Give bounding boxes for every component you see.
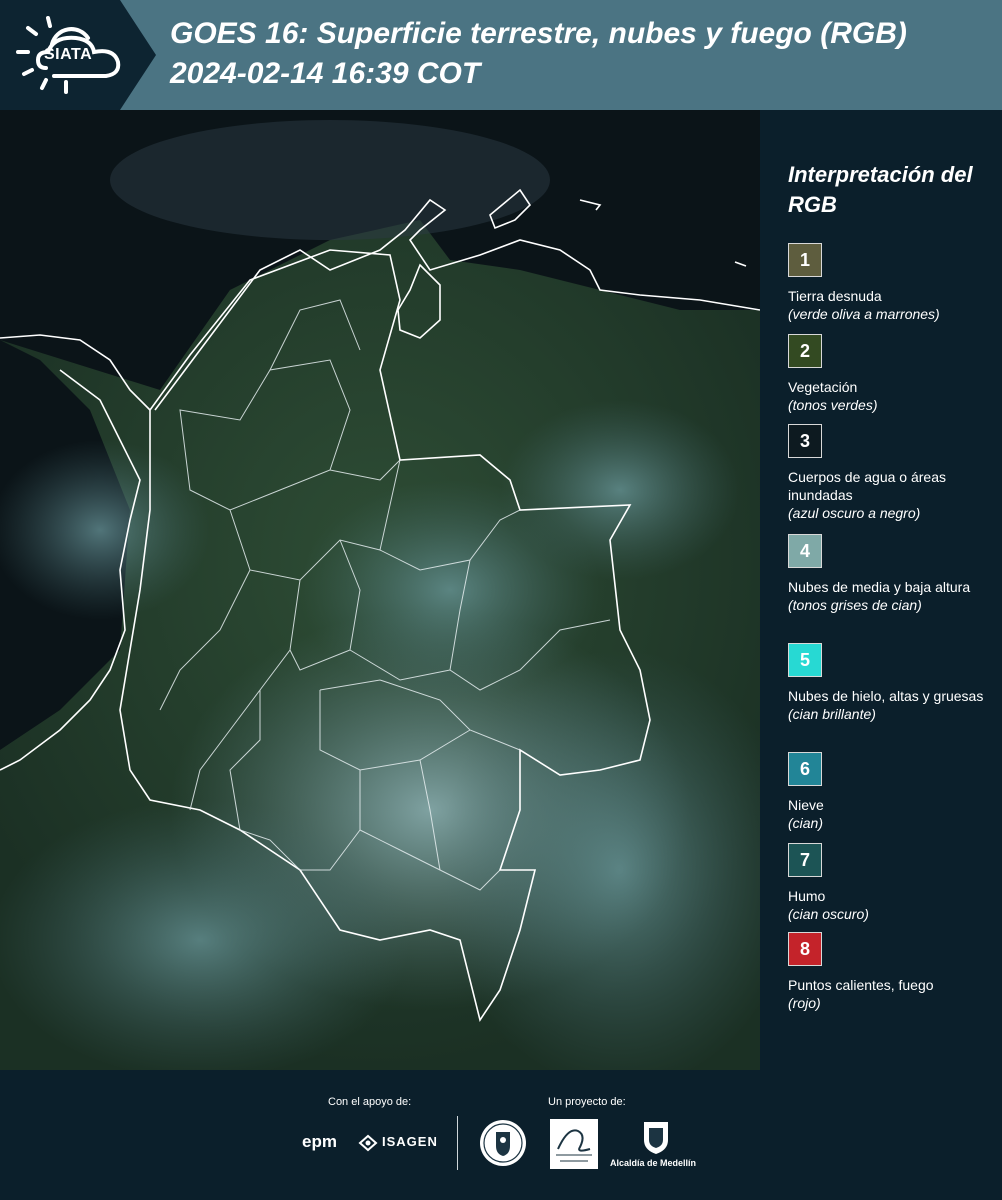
legend-label: Nieve — [788, 797, 824, 813]
support-label: Con el apoyo de: — [328, 1096, 412, 1108]
legend-item: 7 Humo (cian oscuro) — [788, 843, 993, 923]
page-title: GOES 16: Superficie terrestre, nubes y f… — [170, 17, 907, 90]
project-label: Un proyecto de: — [548, 1096, 626, 1108]
legend-item: 3 Cuerpos de agua o áreas inundadas (azul … — [788, 424, 993, 522]
legend-sublabel: (azul oscuro a negro) — [788, 505, 921, 521]
alcaldia-label: Alcaldía de Medellín — [610, 1158, 697, 1168]
legend-swatch: 8 — [788, 932, 822, 966]
legend-swatch: 5 — [788, 643, 822, 677]
legend-label: Puntos calientes, fuego — [788, 977, 934, 993]
legend-item: 5 Nubes de hielo, altas y gruesas (cian br… — [788, 643, 993, 723]
legend-sublabel: (verde oliva a marrones) — [788, 306, 940, 322]
alcaldia-medellin-icon — [642, 1118, 670, 1161]
footer-divider — [457, 1116, 458, 1170]
legend-swatch: 2 — [788, 334, 822, 368]
satellite-map — [0, 110, 760, 1070]
legend-swatch: 7 — [788, 843, 822, 877]
legend-sublabel: (cian oscuro) — [788, 906, 869, 922]
university-seal-icon — [478, 1118, 528, 1173]
legend-sublabel: (tonos grises de cian) — [788, 597, 922, 613]
legend-label: Humo — [788, 888, 826, 904]
legend-sublabel: (cian brillante) — [788, 706, 876, 722]
isagen-logo: ISAGEN — [382, 1134, 438, 1149]
legend-label: Cuerpos de agua o áreas inundadas — [788, 469, 946, 503]
legend-sublabel: (rojo) — [788, 995, 821, 1011]
legend-swatch: 1 — [788, 243, 822, 277]
legend-label: Nubes de media y baja altura — [788, 579, 971, 595]
legend-item: 2 Vegetación (tonos verdes) — [788, 334, 993, 414]
legend-sublabel: (tonos verdes) — [788, 397, 878, 413]
legend-item: 8 Puntos calientes, fuego (rojo) — [788, 932, 993, 1012]
legend-item: 6 Nieve (cian) — [788, 752, 993, 832]
legend-swatch: 3 — [788, 424, 822, 458]
legend-label: Nubes de hielo, altas y gruesas — [788, 688, 984, 704]
legend-sublabel: (cian) — [788, 815, 824, 831]
legend-title: Interpretación del RGB — [788, 162, 973, 217]
area-metropolitana-logo — [550, 1119, 598, 1169]
legend-swatch: 4 — [788, 534, 822, 568]
isagen-icon — [358, 1134, 378, 1157]
legend-item: 1 Tierra desnuda (verde oliva a marrones) — [788, 243, 993, 323]
logo-text: SIATA — [44, 46, 93, 63]
legend-label: Vegetación — [788, 379, 858, 395]
legend-label: Tierra desnuda — [788, 288, 882, 304]
legend-item: 4 Nubes de media y baja altura (tonos gris… — [788, 534, 993, 614]
footer: Con el apoyo de: Un proyecto de: epm ISA… — [0, 1072, 1002, 1200]
epm-logo: epm — [302, 1132, 337, 1151]
legend-swatch: 6 — [788, 752, 822, 786]
